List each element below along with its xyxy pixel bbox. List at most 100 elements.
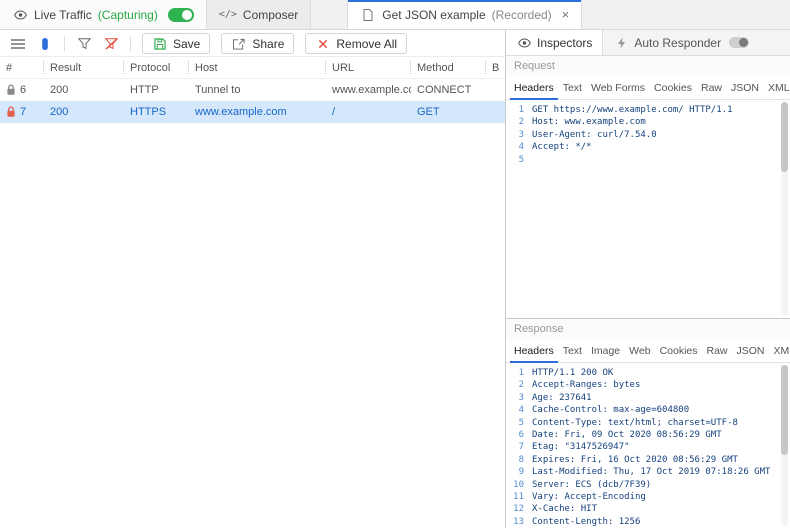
code-line: 3 User-Agent: curl/7.54.0 [506,129,776,141]
marker-icon[interactable] [37,36,53,52]
response-scrollbar-thumb[interactable] [781,365,788,455]
line-number: 1 [518,105,524,115]
line-text: HTTP/1.1 200 OK [532,368,614,378]
protocol-cell: HTTP [130,84,159,96]
line-number: 13 [513,516,524,527]
line-text: Age: 237641 [532,392,592,403]
line-number: 1 [518,368,524,378]
request-inspector-tabs: Headers Text Web Forms Cookies Raw JSON XML [506,76,790,100]
line-number: 3 [518,129,524,140]
session-row[interactable]: 6 200 HTTP Tunnel to www.example.co... CONNEC… [0,79,505,101]
response-tab-web[interactable]: Web [625,340,654,362]
request-tab-raw[interactable]: Raw [697,77,726,99]
line-text: Etag: "3147526947" [532,442,630,453]
response-scrollbar[interactable] [781,365,788,526]
tab-live-traffic[interactable]: Live Traffic (Capturing) [0,0,207,29]
code-line: 5 [506,154,776,166]
request-label: Request [506,56,790,76]
toggle-knob [739,38,749,47]
column-header-protocol[interactable]: Protocol [124,61,189,74]
filter-icon[interactable] [76,36,92,52]
menu-icon[interactable] [10,36,26,52]
column-header-result[interactable]: Result [44,61,124,74]
code-line: 4 Accept: */* [506,141,776,153]
save-icon [152,36,168,52]
code-line: 5 Content-Type: text/html; charset=UTF-8 [506,417,776,429]
request-tab-xml[interactable]: XML [764,77,790,99]
line-number: 5 [518,154,524,165]
code-line: 2 Accept-Ranges: bytes [506,379,776,391]
auto-responder-toggle[interactable] [729,37,750,48]
code-line: 1 HTTP/1.1 200 OK [506,367,776,379]
response-tab-xml[interactable]: XML [770,340,790,362]
line-text: Last-Modified: Thu, 17 Oct 2019 07:18:26… [532,467,771,478]
remove-all-button[interactable]: Remove All [305,33,408,54]
line-number: 3 [518,392,524,403]
lock-icon [6,84,16,96]
request-tab-text[interactable]: Text [559,77,586,99]
response-tab-image[interactable]: Image [587,340,624,362]
tab-session[interactable]: Get JSON example (Recorded) × [347,0,583,29]
line-number: 8 [518,454,524,465]
column-header-body[interactable]: B [486,61,505,74]
line-number: 9 [518,467,524,478]
response-headers-view: 1 HTTP/1.1 200 OK 2 Accept-Ranges: bytes 3 Ag… [506,363,790,528]
tab-auto-responder-label: Auto Responder [634,35,722,50]
line-text: Accept: */* [532,142,592,153]
grid-header: # Result Protocol Host URL Method B [0,57,505,79]
method-cell: CONNECT [417,84,472,96]
code-line: 3 Age: 237641 [506,392,776,404]
response-tab-text[interactable]: Text [559,340,586,362]
line-number: 7 [518,442,524,453]
column-header-method[interactable]: Method [411,61,486,74]
column-header-url[interactable]: URL [326,61,411,74]
tab-composer[interactable]: </> Composer [206,0,312,29]
share-button[interactable]: Share [221,33,295,54]
request-scrollbar[interactable] [781,102,788,316]
url-cell: / [332,106,336,118]
line-number: 5 [518,417,524,428]
code-icon: </> [218,9,237,20]
save-button[interactable]: Save [142,33,211,54]
line-text: X-Cache: HIT [532,504,598,515]
request-tab-cookies[interactable]: Cookies [650,77,696,99]
request-tab-json[interactable]: JSON [727,77,763,99]
tab-auto-responder[interactable]: Auto Responder [603,30,759,55]
row-number: 7 [20,106,27,118]
host-cell: Tunnel to [195,84,241,96]
filter-off-icon[interactable] [103,36,119,52]
code-line: 12 X-Cache: HIT [506,503,776,515]
eye-icon [12,7,28,23]
capturing-toggle[interactable] [167,7,194,22]
response-code: 1 HTTP/1.1 200 OK 2 Accept-Ranges: bytes 3 Ag… [506,367,776,528]
response-tab-raw[interactable]: Raw [703,340,732,362]
document-icon [360,7,376,23]
tab-inspectors[interactable]: Inspectors [506,30,604,55]
traffic-toolbar: Save Share Remove All [0,31,505,57]
line-text: Content-Type: text/html; charset=UTF-8 [532,417,738,428]
save-button-label: Save [173,36,201,51]
session-row[interactable]: 7 200 HTTPS www.example.com / GET [0,101,505,123]
line-text: Expires: Fri, 16 Oct 2020 08:56:29 GMT [532,454,738,465]
toolbar-divider [130,36,131,51]
request-scrollbar-thumb[interactable] [781,102,788,172]
line-text: Date: Fri, 09 Oct 2020 08:56:29 GMT [532,430,722,441]
row-num-cell: 7 [0,106,44,118]
request-tab-web-forms[interactable]: Web Forms [587,77,649,99]
response-tab-headers[interactable]: Headers [510,340,558,363]
url-cell: www.example.co... [332,84,411,96]
request-tab-headers[interactable]: Headers [510,77,558,100]
line-number: 6 [518,430,524,441]
method-cell: GET [417,106,440,118]
row-number: 6 [20,84,27,96]
column-header-host[interactable]: Host [189,61,326,74]
column-header-num[interactable]: # [0,61,44,74]
code-line: 9 Last-Modified: Thu, 17 Oct 2019 07:18:2… [506,466,776,478]
code-line: 1 GET https://www.example.com/ HTTP/1.1 [506,104,776,116]
line-text: Server: ECS (dcb/7F39) [532,479,652,490]
line-text: GET https://www.example.com/ HTTP/1.1 [532,105,733,115]
line-number: 12 [513,504,524,515]
response-tab-json[interactable]: JSON [733,340,769,362]
close-icon[interactable]: × [562,8,570,21]
response-tab-cookies[interactable]: Cookies [656,340,702,362]
